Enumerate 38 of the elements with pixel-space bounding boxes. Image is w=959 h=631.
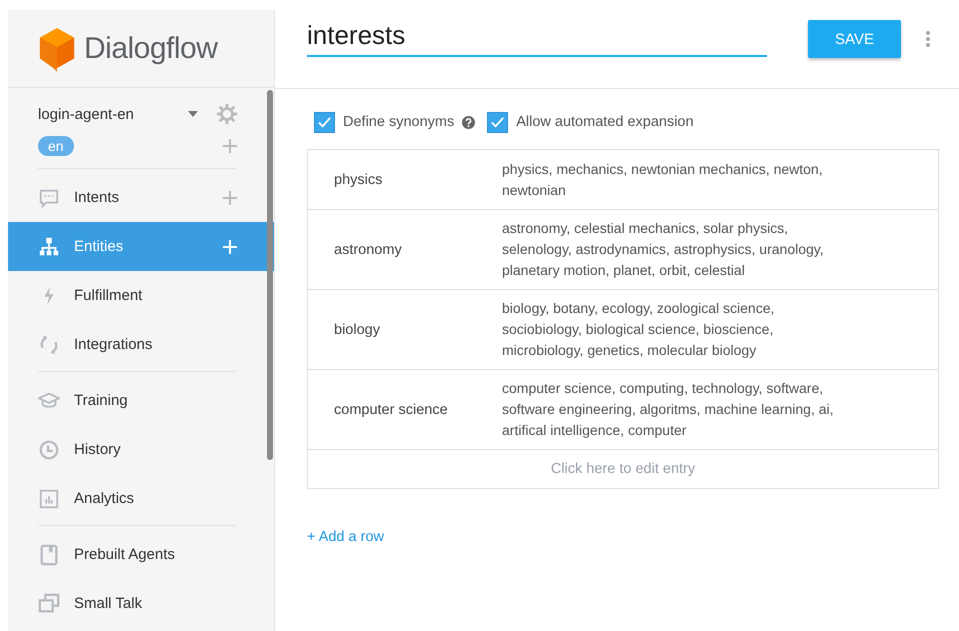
- nav-item[interactable]: Small Talk: [8, 579, 274, 628]
- entity-name-field[interactable]: interests: [307, 18, 767, 56]
- help-icon[interactable]: [462, 116, 476, 128]
- dropdown-caret-icon[interactable]: [188, 111, 198, 117]
- checkbox[interactable]: [314, 112, 335, 132]
- add-icon[interactable]: [222, 138, 238, 154]
- hierarchy-icon: [38, 236, 60, 258]
- nav-item[interactable]: Integrations: [8, 320, 274, 369]
- logo-icon: [38, 26, 76, 72]
- nav-item[interactable]: Training: [8, 376, 274, 425]
- nav-item[interactable]: History: [8, 425, 274, 474]
- book-icon: [38, 544, 60, 566]
- nav-item[interactable]: Intents: [8, 173, 274, 222]
- check-icon: [490, 114, 506, 130]
- checkbox-label: Allow automated expansion: [516, 114, 694, 130]
- clock-icon: [38, 438, 60, 460]
- check-icon: [317, 114, 332, 130]
- logo-text: Dialogflow: [84, 32, 218, 66]
- sync-arrows-icon: [38, 334, 60, 356]
- checkbox[interactable]: [487, 112, 508, 132]
- nav-item[interactable]: Analytics: [8, 474, 274, 523]
- nav-item[interactable]: Prebuilt Agents: [8, 530, 274, 579]
- entry-value: computer science: [334, 402, 449, 418]
- agent-name[interactable]: login-agent-en: [38, 106, 188, 122]
- add-icon[interactable]: [222, 190, 238, 206]
- more-options-icon[interactable]: [926, 31, 930, 47]
- entry-synonyms: computer science, computing, technology, software, software engineering, algoritms, machine learning, ai, artifical intelligence, computer: [502, 379, 835, 440]
- entry-value: astronomy: [334, 242, 403, 258]
- checkbox-label: Define synonyms: [343, 114, 454, 130]
- entry-value: physics: [334, 172, 384, 188]
- bar-chart-icon: [38, 488, 60, 510]
- stacked-windows-icon: [38, 592, 60, 614]
- entry-synonyms: physics, mechanics, newtonian mechanics, newton, newtonian: [502, 160, 824, 200]
- settings-icon[interactable]: [216, 103, 238, 125]
- entry-synonyms: biology, botany, ecology, zoological science, sociobiology, biological science, bioscience, microbiology, genetics, molecular biology: [502, 299, 776, 360]
- entry-synonyms: astronomy, celestial mechanics, solar physics, selenology, astrodynamics, astrophysics, uranology, planetary motion, planet, orbit, celestial: [502, 219, 825, 280]
- entry-value: biology: [334, 322, 381, 338]
- nav-item[interactable]: Fulfillment: [8, 271, 274, 320]
